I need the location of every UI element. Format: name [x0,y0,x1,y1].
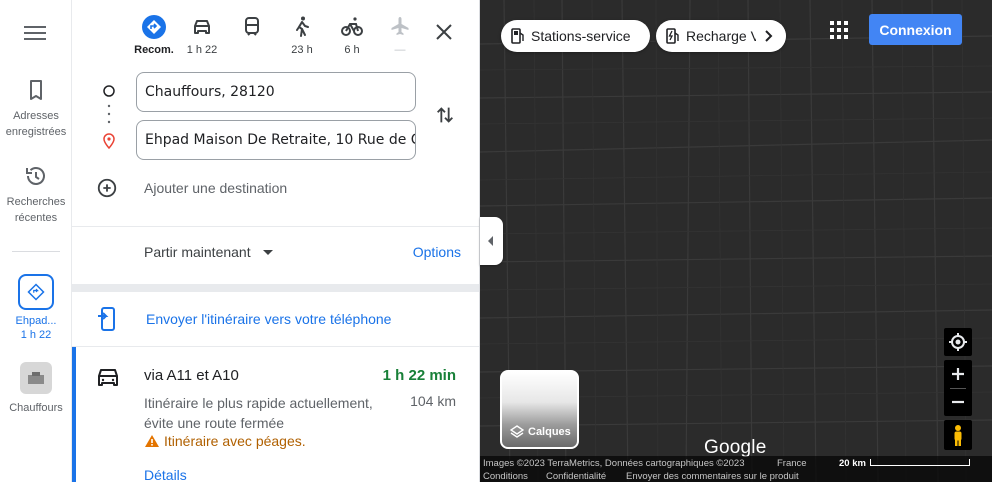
walk-icon [296,16,309,37]
building-thumbnail-icon [28,372,44,384]
my-location-button[interactable] [944,328,972,356]
gas-station-icon [511,28,524,44]
map-country[interactable]: France [777,458,807,469]
recent-trip-item[interactable]: Ehpad... 1 h 22 [0,274,72,342]
mode-car-label: 1 h 22 [186,44,218,56]
chip-gas-stations[interactable]: Stations-service [501,20,650,52]
toll-warning: Itinéraire avec péages. [144,433,306,449]
bookmark-icon [30,80,42,100]
mode-car[interactable]: 1 h 22 [180,12,224,56]
mode-flight-label: — [394,44,406,56]
leave-now-dropdown[interactable]: Partir maintenant [144,244,273,260]
trip-duration: 1 h 22 [20,329,52,341]
mode-walk-label: 23 h [291,44,313,56]
leave-now-label: Partir maintenant [144,244,251,260]
privacy-link[interactable]: Confidentialité [546,471,606,482]
place-thumbnail-item[interactable]: Chauffours [0,362,72,416]
origin-input[interactable]: Chauffours, 28120 [136,72,416,112]
plane-icon [391,17,409,35]
history-icon [26,167,45,185]
mode-recommended[interactable]: Recom. [132,12,176,56]
directions-diamond-icon [27,283,45,301]
destination-input[interactable]: Ehpad Maison De Retraite, 10 Rue de Cîte [136,120,416,160]
car-icon [194,20,210,34]
feedback-link[interactable]: Envoyer des commentaires sur le produit [626,471,799,482]
zoom-out-icon[interactable] [944,388,972,416]
mode-flight[interactable]: — [378,12,422,56]
map-attribution: Images ©2023 TerraMetrics, Données carto… [483,458,745,469]
send-to-phone-button[interactable]: Envoyer l'itinéraire vers votre téléphon… [96,306,391,332]
chevron-right-icon [765,30,773,42]
waypoint-markers [103,85,115,150]
mode-transit[interactable] [230,12,274,44]
saved-places-label: Adresses enregistrées [5,110,67,138]
chip-gas-label: Stations-service [531,28,631,44]
send-to-phone-icon [98,307,115,331]
menu-icon[interactable] [24,26,46,46]
recent-searches-label: Recherches récentes [6,196,66,224]
layers-label: Calques [528,426,571,438]
swap-icon[interactable] [434,104,456,126]
left-rail: Adresses enregistrées Recherches récente… [0,0,72,482]
toll-warning-label: Itinéraire avec péages. [164,433,306,449]
mode-bike[interactable]: 6 h [330,12,374,56]
send-to-phone-label: Envoyer l'itinéraire vers votre téléphon… [146,311,392,327]
recent-searches-button[interactable]: Recherches récentes [0,164,72,226]
place-thumbnail-label: Chauffours [9,402,63,414]
add-circle-icon [97,178,117,198]
mode-walk[interactable]: 23 h [280,12,324,56]
trip-label: Ehpad... [15,315,57,327]
mode-bike-label: 6 h [344,44,360,56]
street-view-pegman-button[interactable] [944,420,972,450]
pegman-icon [954,425,962,446]
chevron-down-icon [262,249,273,255]
terms-link[interactable]: Conditions [483,471,528,482]
route-option[interactable]: via A11 et A10 1 h 22 min Itinéraire le … [72,347,479,482]
selected-route-indicator [72,347,76,482]
zoom-in-icon[interactable] [944,360,972,388]
layers-label-wrap: Calques [510,425,571,439]
ev-charging-icon [666,28,679,44]
rail-divider [12,251,60,252]
layers-button[interactable]: Calques [500,370,579,449]
trip-box [18,274,54,310]
collapse-panel-button[interactable] [480,217,503,265]
saved-places-button[interactable]: Adresses enregistrées [0,78,72,140]
car-icon [98,369,118,386]
warning-icon [145,435,159,447]
route-duration: 1 h 22 min [382,367,456,384]
my-location-icon [949,333,967,351]
route-description: Itinéraire le plus rapide actuellement, … [144,395,373,431]
directions-diamond-icon [142,15,166,39]
layers-icon [510,425,524,438]
apps-grid-icon[interactable] [830,21,848,39]
place-thumbnail [20,362,52,394]
chip-charge-label: Recharge V [686,28,760,44]
add-destination-button[interactable]: Ajouter une destination [96,176,287,200]
travel-mode-bar: Recom. 1 h 22 23 h 6 h — [132,12,422,60]
map-scale-bar [870,459,970,466]
signin-button[interactable]: Connexion [869,14,962,45]
bike-icon [341,17,363,36]
train-icon [245,17,259,36]
chip-ev-charging[interactable]: Recharge V [656,20,786,52]
details-link[interactable]: Détails [144,467,187,482]
mode-recommended-label: Recom. [134,44,174,56]
section-divider [72,284,479,292]
route-via: via A11 et A10 [144,367,239,384]
route-distance: 104 km [410,393,456,409]
directions-panel: Recom. 1 h 22 23 h 6 h — Chauffours, 281… [72,0,480,482]
options-link[interactable]: Options [413,244,461,260]
add-destination-label: Ajouter une destination [144,180,288,196]
divider [72,226,479,227]
zoom-controls [944,360,972,416]
map-scale-label[interactable]: 20 km [839,458,866,469]
close-icon[interactable] [432,20,456,44]
